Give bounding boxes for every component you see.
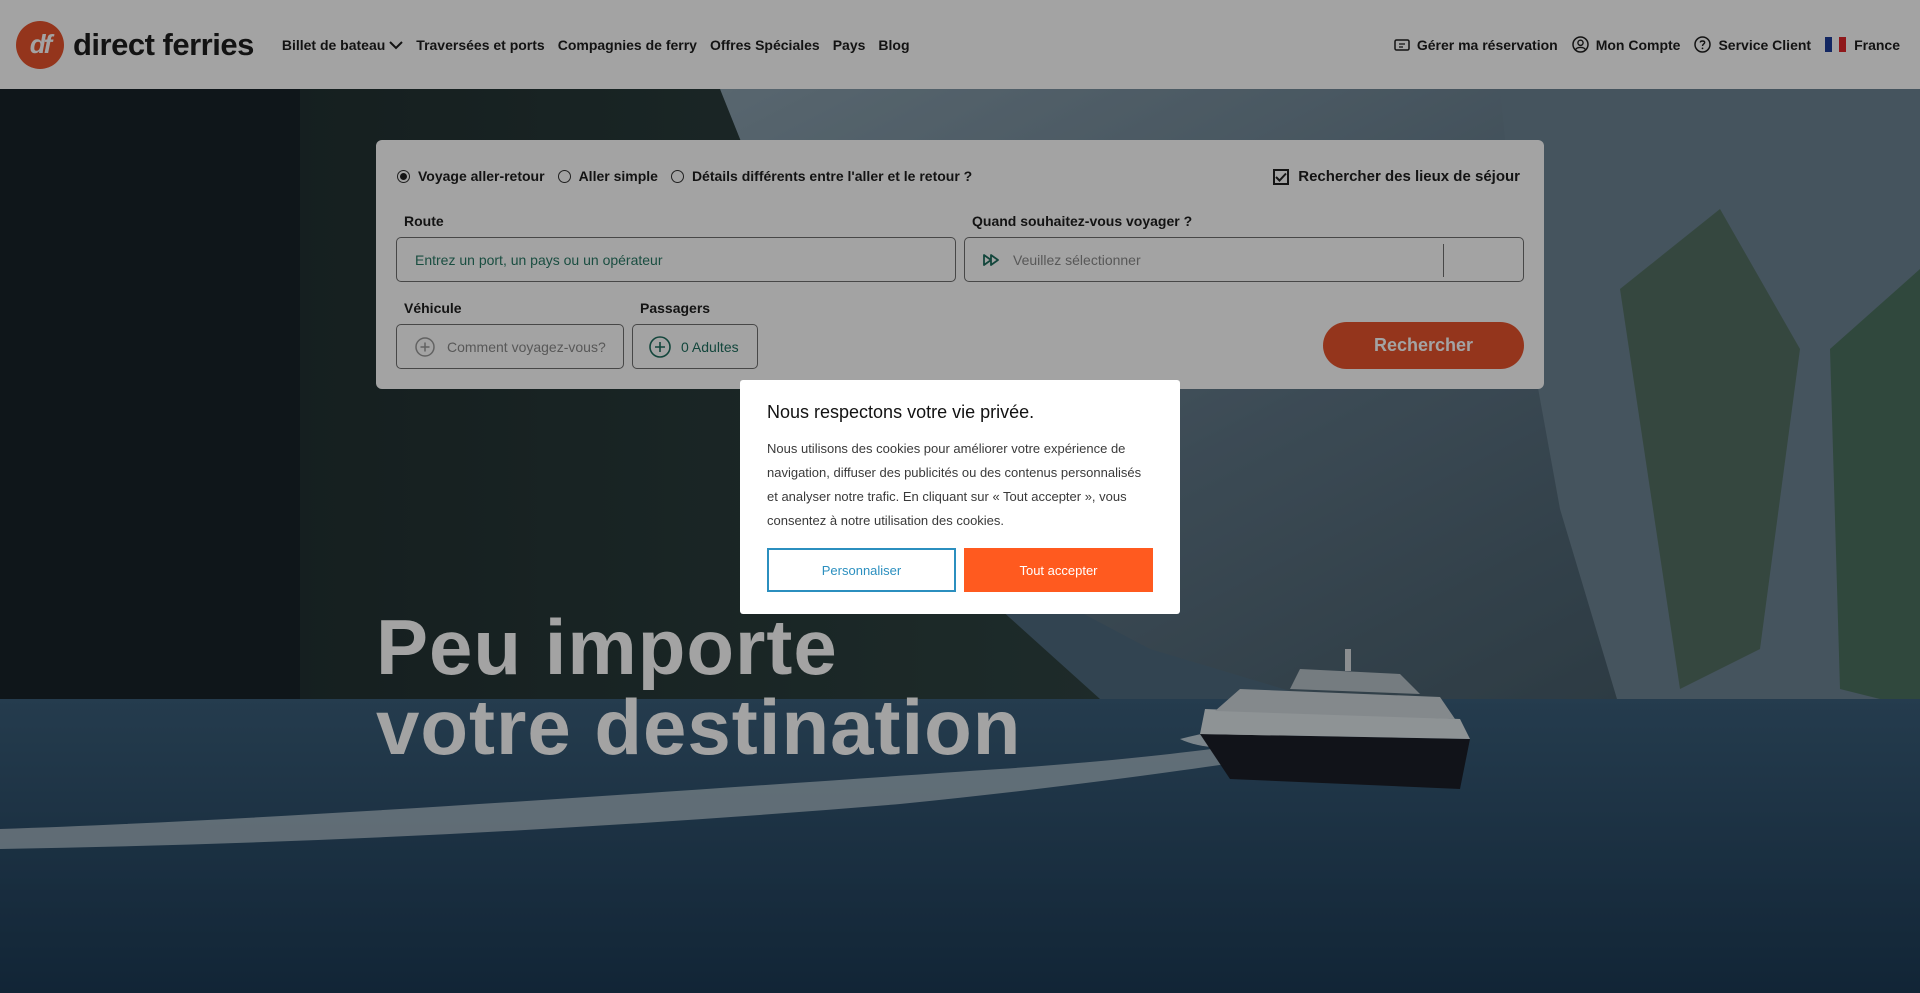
- accept-all-button[interactable]: Tout accepter: [964, 548, 1153, 592]
- cookie-actions: Personnaliser Tout accepter: [767, 548, 1153, 592]
- cookie-title: Nous respectons votre vie privée.: [767, 402, 1035, 422]
- customize-button[interactable]: Personnaliser: [767, 548, 956, 592]
- cookie-consent-dialog: Nous respectons votre vie privée. Nous u…: [740, 380, 1180, 614]
- cookie-text: Nous utilisons des cookies pour améliore…: [767, 441, 1142, 528]
